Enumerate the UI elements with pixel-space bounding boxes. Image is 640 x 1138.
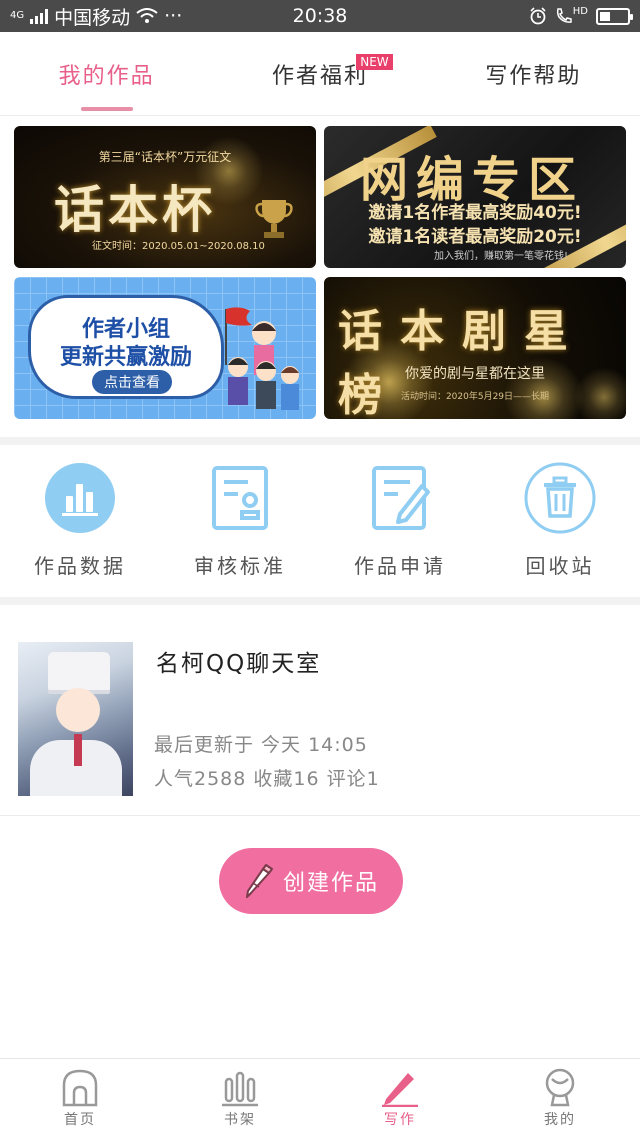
banner-view-button[interactable]: 点击查看 — [92, 370, 172, 394]
new-badge: NEW — [356, 54, 393, 70]
signal-icon — [30, 8, 49, 24]
alarm-icon — [530, 7, 546, 25]
tab-label: 作者福利 — [271, 63, 368, 89]
wifi-icon — [136, 8, 158, 23]
trash-icon — [524, 462, 596, 534]
carrier-name: 中国移动 — [54, 6, 131, 29]
banner-line-2: 更新共赢激励 — [59, 345, 192, 370]
cartoon-people-icon — [225, 307, 299, 410]
work-list-item[interactable]: 名柯QQ聊天室 最后更新于 今天 14:05 人气2588 收藏16 评论1 — [0, 606, 640, 816]
bookshelf-icon — [222, 1071, 258, 1107]
nav-label: 我的 — [544, 1112, 576, 1128]
nav-label: 首页 — [64, 1112, 96, 1128]
nav-label: 写作 — [384, 1112, 416, 1128]
pen-icon — [382, 1073, 418, 1107]
shortcut-work-data[interactable]: 作品数据 — [0, 452, 160, 597]
banner-footer: 活动时间：2020年5月29日——长期 — [400, 392, 550, 402]
pencil-icon — [245, 864, 273, 898]
nav-bookshelf[interactable]: 书架 — [160, 1059, 320, 1138]
section-divider — [0, 437, 640, 445]
banner-subtitle: 第三届“话本杯”万元征文 — [98, 150, 232, 164]
tab-label: 我的作品 — [58, 63, 155, 89]
shortcut-label: 作品数据 — [34, 554, 126, 578]
tab-writing-help[interactable]: 写作帮助 — [427, 32, 640, 115]
home-icon — [62, 1069, 98, 1107]
banner-line-1: 邀请1名作者最高奖励40元! — [368, 203, 582, 223]
work-cover-image[interactable] — [18, 642, 133, 796]
tab-label: 写作帮助 — [485, 63, 582, 89]
shortcut-label: 回收站 — [525, 554, 595, 578]
tab-author-benefits[interactable]: 作者福利 NEW — [213, 32, 426, 115]
banner-title: 话本杯 — [54, 180, 216, 239]
shortcut-label: 审核标准 — [194, 554, 286, 578]
banner-line: 你爱的剧与星都在这里 — [405, 366, 545, 382]
banner-author-group[interactable]: 作者小组 更新共赢激励 点击查看 — [14, 277, 316, 419]
document-pen-icon — [364, 462, 436, 534]
nav-profile[interactable]: 我的 — [480, 1059, 640, 1138]
bar-chart-icon — [44, 462, 116, 534]
section-divider — [0, 597, 640, 605]
banner-huabenbei-contest[interactable]: 第三届“话本杯”万元征文 话本杯 征文时间：2020.05.01~2020.08… — [14, 126, 316, 268]
work-title: 名柯QQ聊天室 — [156, 651, 322, 677]
battery-icon — [596, 7, 633, 25]
trophy-icon — [255, 200, 293, 238]
create-button-label: 创建作品 — [282, 871, 379, 896]
more-notifications: ··· — [164, 5, 183, 27]
shortcut-label: 作品申请 — [354, 554, 446, 578]
nav-write[interactable]: 写作 — [320, 1059, 480, 1138]
shortcut-review-standard[interactable]: 审核标准 — [160, 452, 320, 597]
document-stamp-icon — [204, 462, 276, 534]
banner-footer: 加入我们，赚取第一笔零花钱! — [433, 251, 568, 262]
hd-label: HD — [572, 5, 588, 17]
network-type: 4G — [10, 10, 25, 21]
work-last-updated: 最后更新于 今天 14:05 — [154, 734, 368, 756]
phone-hd-icon — [556, 8, 572, 23]
banner-date: 征文时间：2020.05.01~2020.08.10 — [92, 241, 265, 252]
tab-my-works[interactable]: 我的作品 — [0, 32, 213, 115]
banner-star-ranking[interactable]: 话本剧星榜 你爱的剧与星都在这里 活动时间：2020年5月29日——长期 — [324, 277, 626, 419]
banner-editor-zone[interactable]: 网编专区 邀请1名作者最高奖励40元! 邀请1名读者最高奖励20元! 加入我们，… — [324, 126, 626, 268]
banner-grid: 第三届“话本杯”万元征文 话本杯 征文时间：2020.05.01~2020.08… — [14, 126, 626, 419]
nav-home[interactable]: 首页 — [0, 1059, 160, 1138]
banner-line-2: 邀请1名读者最高奖励20元! — [368, 227, 582, 247]
status-bar: 4G 中国移动 ··· 20:38 HD — [0, 0, 640, 32]
nav-label: 书架 — [224, 1112, 256, 1128]
work-stats: 人气2588 收藏16 评论1 — [154, 768, 380, 790]
shortcut-row: 作品数据 审核标准 作品申请 回收站 — [0, 452, 640, 597]
create-work-button[interactable]: 创建作品 — [219, 848, 403, 914]
profile-icon — [545, 1068, 575, 1107]
shortcut-work-application[interactable]: 作品申请 — [320, 452, 480, 597]
bottom-nav: 首页 书架 写作 我的 — [0, 1058, 640, 1138]
top-tab-bar: 我的作品 作者福利 NEW 写作帮助 — [0, 32, 640, 116]
shortcut-recycle-bin[interactable]: 回收站 — [480, 452, 640, 597]
